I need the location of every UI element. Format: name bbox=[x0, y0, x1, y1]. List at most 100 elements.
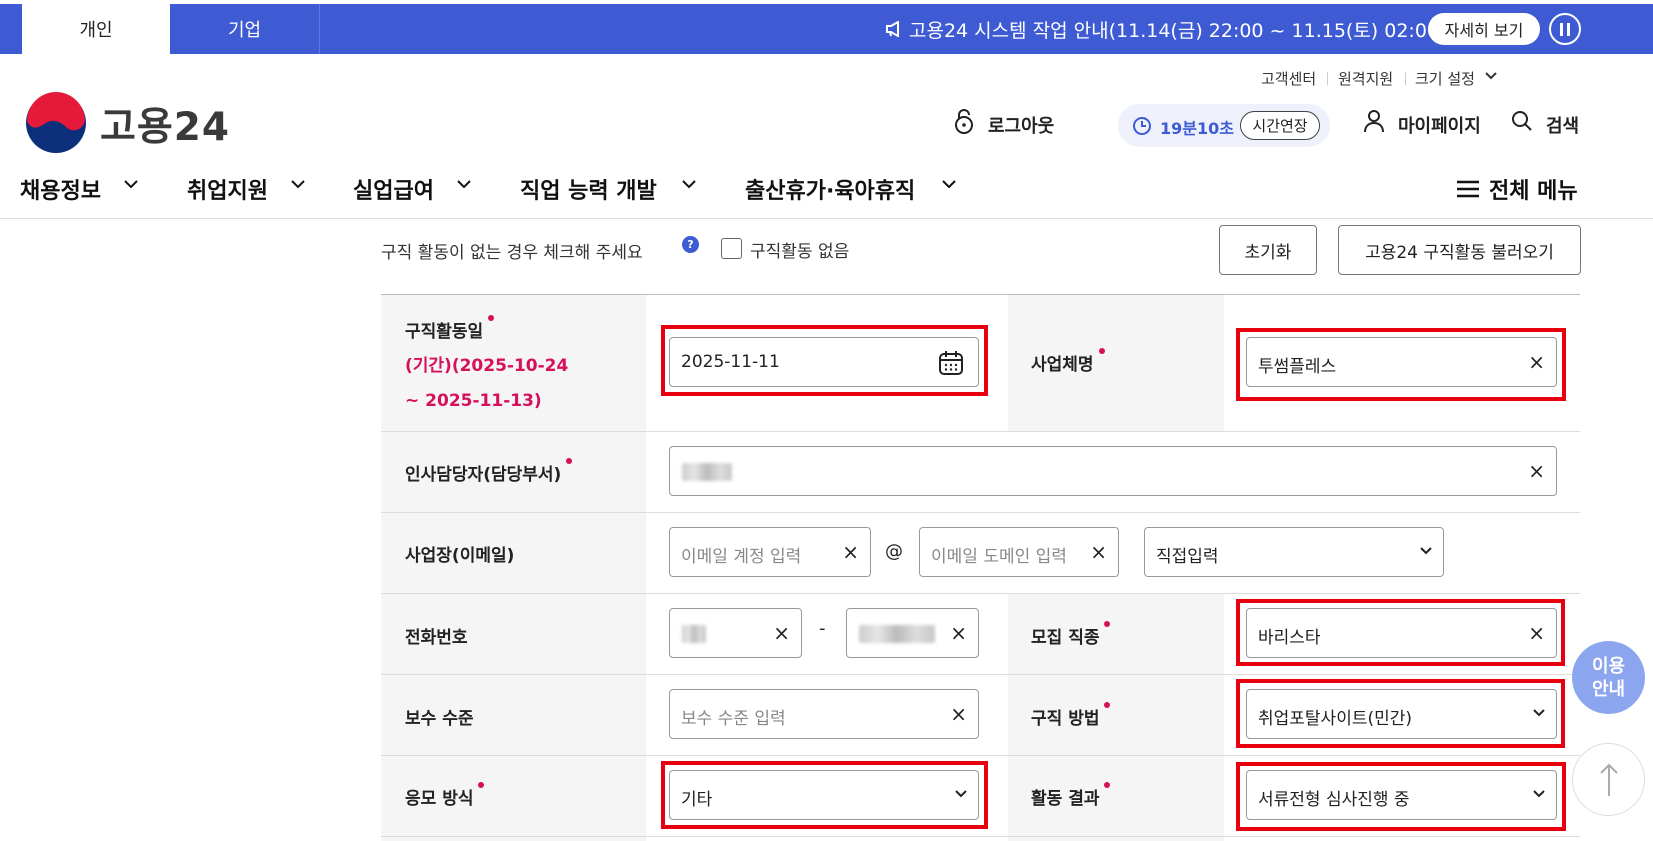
required-dot bbox=[478, 782, 485, 788]
clear-icon[interactable]: × bbox=[1090, 542, 1107, 562]
clear-icon[interactable]: × bbox=[1528, 461, 1545, 481]
email-domain-select-value: 직접입력 bbox=[1156, 547, 1219, 567]
activity-date-label: 구직활동일 bbox=[405, 315, 495, 342]
phone-area-input[interactable]: × bbox=[669, 608, 802, 658]
no-activity-checkbox[interactable] bbox=[721, 238, 742, 259]
activity-result-label: 활동 결과 bbox=[1031, 782, 1111, 809]
email-domain-input[interactable]: 이메일 도메인 입력 × bbox=[919, 527, 1119, 577]
application-method-label: 응모 방식 bbox=[405, 782, 485, 809]
activity-period-end: ~ 2025-11-13) bbox=[405, 391, 542, 411]
clear-icon[interactable]: × bbox=[773, 623, 790, 643]
megaphone-icon bbox=[886, 21, 899, 37]
phone-label: 전화번호 bbox=[405, 628, 468, 648]
email-account-placeholder: 이메일 계정 입력 bbox=[681, 547, 802, 567]
mypage-link[interactable]: 마이페이지 bbox=[1398, 112, 1481, 138]
gnb-item-vocational-training[interactable]: 직업 능력 개발 bbox=[520, 173, 657, 205]
highlight-box bbox=[661, 325, 988, 396]
hamburger-icon bbox=[1457, 180, 1479, 198]
lock-icon bbox=[955, 109, 973, 134]
reset-button[interactable]: 초기화 bbox=[1219, 225, 1317, 275]
arrow-up-icon bbox=[1599, 763, 1618, 796]
tab-personal[interactable]: 개인 bbox=[22, 4, 170, 54]
gnb-item-jobs[interactable]: 채용정보 bbox=[20, 173, 101, 205]
search-button[interactable]: 검색 bbox=[1546, 112, 1579, 138]
help-icon[interactable]: ? bbox=[682, 236, 699, 253]
row-divider bbox=[381, 755, 1580, 756]
user-icon bbox=[1364, 110, 1384, 133]
salary-placeholder: 보수 수준 입력 bbox=[681, 709, 786, 729]
highlight-box bbox=[661, 761, 988, 829]
activity-period: (기간)(2025-10-24 ~ 2025-11-13) bbox=[405, 349, 568, 419]
required-dot bbox=[566, 458, 573, 464]
row-divider bbox=[381, 674, 1580, 675]
chevron-down-icon bbox=[291, 180, 305, 189]
logout-button[interactable]: 로그아웃 bbox=[988, 112, 1054, 138]
phone-number-input[interactable]: × bbox=[846, 608, 979, 658]
job-type-label: 모집 직종 bbox=[1031, 621, 1111, 648]
chevron-down-icon bbox=[1485, 72, 1497, 80]
remote-support-link[interactable]: 원격지원 bbox=[1338, 68, 1393, 89]
email-domain-select[interactable]: 직접입력 bbox=[1144, 527, 1444, 577]
salary-input[interactable]: 보수 수준 입력 × bbox=[669, 689, 979, 739]
required-dot bbox=[1098, 348, 1105, 354]
timer-value: 19분10초 bbox=[1160, 119, 1234, 138]
tab-company[interactable]: 기업 bbox=[170, 4, 320, 54]
hr-contact-input[interactable]: × bbox=[669, 446, 1557, 496]
gnb-item-unemployment-benefit[interactable]: 실업급여 bbox=[353, 173, 434, 205]
phone-dash: - bbox=[819, 618, 826, 639]
required-dot bbox=[1104, 782, 1111, 788]
row-divider bbox=[381, 431, 1580, 432]
scroll-top-button[interactable] bbox=[1572, 743, 1645, 816]
clear-icon[interactable]: × bbox=[950, 623, 967, 643]
email-label: 사업장(이메일) bbox=[405, 546, 515, 566]
divider bbox=[1327, 72, 1328, 85]
logo-text[interactable]: 고용24 bbox=[100, 96, 230, 152]
all-menu-button[interactable]: 전체 메뉴 bbox=[1489, 173, 1578, 205]
hr-contact-label: 인사담당자(담당부서) bbox=[405, 458, 573, 485]
clock-icon bbox=[1133, 117, 1151, 135]
government-logo-icon[interactable] bbox=[24, 91, 88, 155]
system-notice[interactable]: 고용24 시스템 작업 안내(11.14(금) 22:00 ~ 11.15(토)… bbox=[885, 4, 1446, 54]
divider bbox=[1405, 72, 1406, 85]
job-search-method-label: 구직 방법 bbox=[1031, 702, 1111, 729]
chevron-down-icon bbox=[942, 180, 956, 189]
row-divider bbox=[381, 836, 1580, 837]
clear-icon[interactable]: × bbox=[842, 542, 859, 562]
email-at-sign: @ bbox=[885, 541, 903, 562]
required-dot bbox=[1104, 702, 1111, 708]
size-setting-label: 크기 설정 bbox=[1415, 70, 1475, 88]
size-setting-button[interactable]: 크기 설정 bbox=[1415, 68, 1475, 89]
pause-icon[interactable] bbox=[1549, 13, 1581, 45]
customer-center-link[interactable]: 고객센터 bbox=[1261, 68, 1316, 89]
email-domain-placeholder: 이메일 도메인 입력 bbox=[931, 547, 1067, 567]
row-divider bbox=[381, 593, 1580, 594]
usage-guide-line1: 이용 bbox=[1591, 655, 1626, 677]
extend-time-button[interactable]: 시간연장 bbox=[1240, 111, 1320, 140]
clear-icon[interactable]: × bbox=[950, 704, 967, 724]
gnb-item-parental-leave[interactable]: 출산휴가·육아휴직 bbox=[745, 173, 915, 205]
gnb-item-employment-support[interactable]: 취업지원 bbox=[187, 173, 268, 205]
highlight-box bbox=[1236, 762, 1566, 831]
row-divider bbox=[381, 512, 1580, 513]
no-activity-label[interactable]: 구직활동 없음 bbox=[750, 237, 849, 262]
usage-guide-button[interactable]: 이용 안내 bbox=[1572, 641, 1645, 714]
salary-label: 보수 수준 bbox=[405, 709, 474, 729]
no-activity-hint: 구직 활동이 없는 경우 체크해 주세요 bbox=[381, 243, 643, 263]
search-icon bbox=[1512, 111, 1532, 131]
notice-text: 고용24 시스템 작업 안내(11.14(금) 22:00 ~ 11.15(토)… bbox=[909, 19, 1447, 42]
chevron-down-icon bbox=[457, 180, 471, 189]
email-account-input[interactable]: 이메일 계정 입력 × bbox=[669, 527, 871, 577]
header-divider bbox=[0, 218, 1653, 219]
chevron-down-icon bbox=[682, 180, 696, 189]
required-dot bbox=[488, 315, 495, 321]
chevron-down-icon bbox=[124, 180, 138, 189]
required-dot bbox=[1104, 621, 1111, 627]
activity-period-start: (기간)(2025-10-24 bbox=[405, 356, 569, 376]
detail-view-button[interactable]: 자세히 보기 bbox=[1428, 13, 1540, 45]
company-label: 사업체명 bbox=[1031, 348, 1105, 375]
load-activity-button[interactable]: 고용24 구직활동 불러오기 bbox=[1338, 225, 1581, 275]
redacted-text bbox=[682, 463, 732, 481]
highlight-box bbox=[1236, 328, 1566, 401]
highlight-box bbox=[1236, 599, 1565, 666]
highlight-box bbox=[1236, 679, 1565, 748]
